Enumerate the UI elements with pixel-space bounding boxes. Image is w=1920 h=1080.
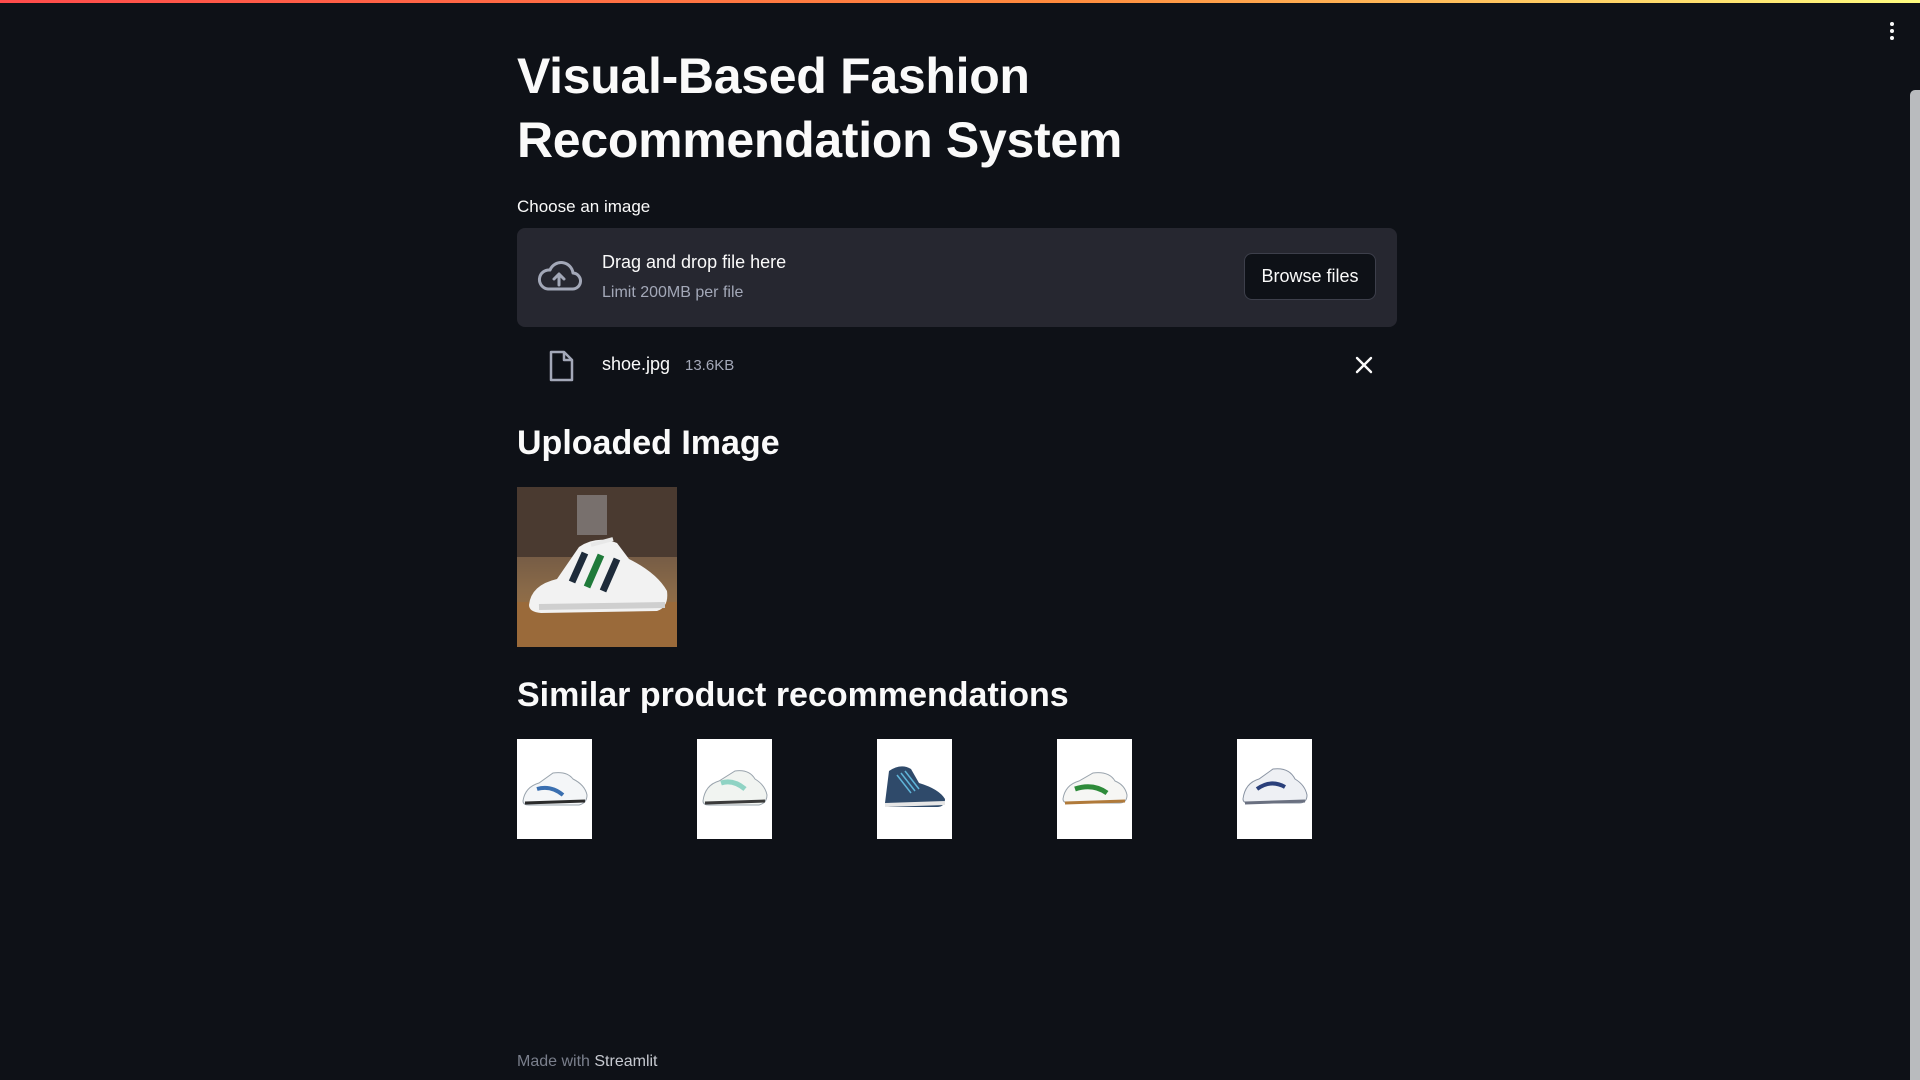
streamlit-link[interactable]: Streamlit	[594, 1053, 657, 1070]
shoe-thumbnail	[1062, 772, 1128, 805]
uploaded-file-row: shoe.jpg 13.6KB	[517, 345, 1397, 385]
dropzone-limit: Limit 200MB per file	[602, 284, 744, 301]
recommendations-row	[517, 739, 1397, 839]
recommendation-item-4[interactable]	[1057, 739, 1132, 839]
recommendations-heading: Similar product recommendations	[517, 676, 1069, 714]
recommendation-item-1[interactable]	[517, 739, 592, 839]
recommendation-item-5[interactable]	[1237, 739, 1312, 839]
recommendation-item-2[interactable]	[697, 739, 772, 839]
remove-file-icon[interactable]	[1353, 354, 1375, 376]
page-title: Visual-Based Fashion Recommendation Syst…	[517, 48, 1122, 168]
uploaded-image	[517, 487, 677, 647]
file-icon	[549, 350, 574, 382]
uploaded-file-name: shoe.jpg	[602, 354, 671, 374]
cloud-upload-icon	[538, 261, 582, 291]
browse-files-button[interactable]: Browse files	[1244, 253, 1376, 300]
footer-prefix: Made with	[517, 1053, 590, 1070]
vertical-scrollbar[interactable]	[1910, 90, 1920, 1080]
header-decoration-bar	[0, 0, 1920, 3]
footer: Made with Streamlit	[517, 1053, 658, 1071]
main-menu-button[interactable]	[1878, 20, 1906, 42]
shoe-thumbnail	[884, 766, 946, 807]
dropzone-instructions: Drag and drop file here	[602, 252, 787, 272]
file-uploader-label: Choose an image	[517, 197, 651, 216]
shoe-thumbnail	[1242, 768, 1308, 805]
uploaded-image-heading: Uploaded Image	[517, 424, 780, 462]
uploaded-file-size: 13.6KB	[685, 357, 735, 374]
shoe-thumbnail	[522, 772, 588, 806]
file-dropzone[interactable]: Drag and drop file here Limit 200MB per …	[517, 228, 1397, 327]
shoe-thumbnail	[702, 770, 768, 806]
recommendation-item-3[interactable]	[877, 739, 952, 839]
kebab-menu-icon	[1890, 22, 1894, 26]
uploaded-shoe-image	[517, 487, 677, 647]
